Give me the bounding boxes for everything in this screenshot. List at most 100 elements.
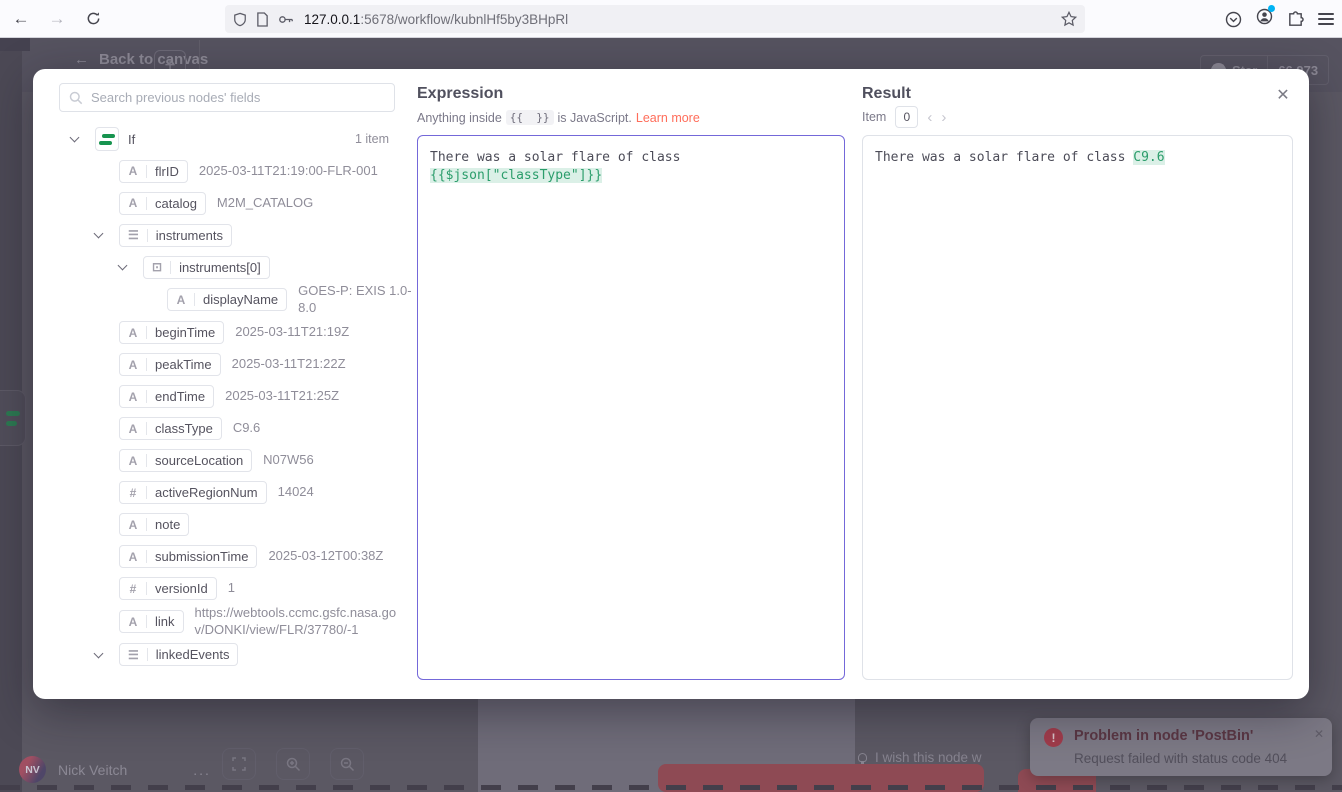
- search-input[interactable]: [91, 90, 385, 105]
- field-badge[interactable]: Acatalog: [119, 192, 206, 215]
- string-type-icon: A: [128, 518, 138, 532]
- expression-subtitle: Anything inside {{ }} is JavaScript. Lea…: [417, 110, 700, 125]
- tree-row[interactable]: AsourceLocationN07W56: [33, 445, 417, 477]
- zoom-to-fit-button[interactable]: [222, 748, 256, 780]
- field-badge[interactable]: Alink: [119, 610, 184, 633]
- tree-row[interactable]: AsubmissionTime2025-03-12T00:38Z: [33, 541, 417, 573]
- field-badge[interactable]: ApeakTime: [119, 353, 221, 376]
- field-name: submissionTime: [155, 549, 248, 564]
- tree-row[interactable]: AendTime 2025-03-11T21:25Z: [33, 381, 417, 413]
- tree-row[interactable]: ☰linkedEvents: [33, 639, 417, 671]
- field-value: 2025-03-11T21:25Z: [225, 388, 339, 405]
- modal-close-icon[interactable]: ✕: [1273, 85, 1293, 105]
- toast-close-icon[interactable]: ✕: [1314, 727, 1324, 741]
- field-badge[interactable]: AdisplayName: [167, 288, 287, 311]
- tree-row[interactable]: Alinkhttps://webtools.ccmc.gsfc.nasa.gov…: [33, 605, 417, 639]
- tree-row[interactable]: #versionId 1: [33, 573, 417, 605]
- field-value: M2M_CATALOG: [217, 195, 313, 212]
- field-badge[interactable]: AclassType: [119, 417, 222, 440]
- field-badge[interactable]: #versionId: [119, 577, 217, 600]
- item-index-input[interactable]: 0: [895, 106, 918, 128]
- tree-row[interactable]: AdisplayNameGOES-P: EXIS 1.0-8.0: [33, 283, 417, 317]
- lightbulb-icon: [858, 753, 867, 762]
- tree-row[interactable]: Acatalog M2M_CATALOG: [33, 187, 417, 219]
- url-bar[interactable]: 127.0.0.1:5678/workflow/kubnlHf5by3BHpRl: [225, 5, 1085, 33]
- next-item-icon[interactable]: ›: [941, 110, 946, 125]
- extensions-puzzle-icon[interactable]: [1287, 11, 1304, 28]
- canvas-bottom-dashes: [0, 785, 1342, 790]
- zoom-out-button[interactable]: [330, 748, 364, 780]
- menu-hamburger-icon[interactable]: [1318, 13, 1334, 25]
- field-badge[interactable]: AsubmissionTime: [119, 545, 257, 568]
- result-text: There was a solar flare of class: [875, 150, 1133, 165]
- bookmark-star-icon[interactable]: [1061, 11, 1077, 27]
- field-name: activeRegionNum: [155, 485, 258, 500]
- tree-row[interactable]: AbeginTime 2025-03-11T21:19Z: [33, 317, 417, 349]
- back-to-canvas-button[interactable]: ←Back to canvas: [74, 51, 208, 68]
- field-badge[interactable]: #activeRegionNum: [119, 481, 267, 504]
- node-feedback-input[interactable]: I wish this node w: [858, 750, 982, 765]
- sidebar-notch: [0, 38, 30, 51]
- string-type-icon: A: [128, 326, 138, 340]
- expression-code-editor[interactable]: There was a solar flare of class{{$json[…: [417, 135, 845, 680]
- field-value: 1: [228, 580, 235, 597]
- chevron-down-icon[interactable]: [118, 261, 128, 271]
- field-name: versionId: [155, 581, 208, 596]
- back-arrow-icon: ←: [74, 51, 89, 68]
- browser-refresh-icon[interactable]: [78, 4, 108, 34]
- pocket-icon[interactable]: [1225, 11, 1242, 28]
- field-badge[interactable]: AflrID: [119, 160, 188, 183]
- learn-more-link[interactable]: Learn more: [636, 111, 700, 125]
- field-name: link: [155, 614, 175, 629]
- result-output: There was a solar flare of class C9.6: [862, 135, 1293, 680]
- browser-toolbar: ← → 127.0.0.1:5678/workflow/kubnlHf5by3B…: [0, 0, 1342, 38]
- if-node-icon: [95, 127, 119, 151]
- tree-row[interactable]: ☰instruments: [33, 219, 417, 251]
- field-name: peakTime: [155, 357, 212, 372]
- if-node-on-canvas[interactable]: [0, 390, 26, 446]
- field-name: sourceLocation: [155, 453, 243, 468]
- result-panel-title: Result: [862, 85, 911, 103]
- field-value: 2025-03-11T21:19Z: [235, 324, 349, 341]
- string-type-icon: A: [128, 164, 138, 178]
- tree-row[interactable]: AflrID2025-03-11T21:19:00-FLR-001: [33, 155, 417, 187]
- field-name: classType: [155, 421, 213, 436]
- tree-row[interactable]: If1 item: [33, 123, 417, 155]
- search-icon: [69, 91, 83, 105]
- browser-forward-icon[interactable]: →: [42, 4, 72, 34]
- error-toast: ! Problem in node 'PostBin' Request fail…: [1030, 718, 1332, 776]
- tree-row[interactable]: ⊡instruments[0]: [33, 251, 417, 283]
- string-type-icon: A: [128, 454, 138, 468]
- zoom-in-button[interactable]: [276, 748, 310, 780]
- expression-editor-modal: ✕ If1 itemAflrID2025-03-11T21:19:00-FLR-…: [33, 69, 1309, 699]
- toast-message: Request failed with status code 404: [1074, 751, 1287, 766]
- search-box[interactable]: [59, 83, 395, 112]
- item-navigator: Item 0 ‹ ›: [862, 106, 946, 128]
- prev-item-icon[interactable]: ‹: [927, 110, 932, 125]
- tree-row[interactable]: #activeRegionNum14024: [33, 477, 417, 509]
- avatar[interactable]: NV: [19, 756, 46, 783]
- field-badge[interactable]: AsourceLocation: [119, 449, 252, 472]
- tree-row[interactable]: ApeakTime 2025-03-11T21:22Z: [33, 349, 417, 381]
- field-badge[interactable]: AbeginTime: [119, 321, 224, 344]
- field-name: linkedEvents: [156, 647, 230, 662]
- browser-back-icon[interactable]: ←: [6, 4, 36, 34]
- field-badge[interactable]: Anote: [119, 513, 189, 536]
- field-name: beginTime: [155, 325, 215, 340]
- chevron-down-icon[interactable]: [94, 648, 104, 658]
- field-value: 2025-03-11T21:22Z: [232, 356, 346, 373]
- tree-row[interactable]: Anote: [33, 509, 417, 541]
- field-badge[interactable]: ☰instruments: [119, 224, 232, 247]
- tree-row[interactable]: AclassTypeC9.6: [33, 413, 417, 445]
- item-label: Item: [862, 110, 886, 124]
- field-badge[interactable]: ☰linkedEvents: [119, 643, 238, 666]
- key-icon[interactable]: [278, 12, 294, 27]
- chevron-down-icon[interactable]: [70, 133, 80, 143]
- reader-icon[interactable]: [256, 12, 269, 27]
- chevron-down-icon[interactable]: [94, 229, 104, 239]
- user-menu-button[interactable]: ...: [193, 762, 211, 778]
- expression-line2: {{$json["classType"]}}: [430, 168, 602, 183]
- field-badge[interactable]: ⊡instruments[0]: [143, 256, 270, 279]
- field-name: flrID: [155, 164, 179, 179]
- field-badge[interactable]: AendTime: [119, 385, 214, 408]
